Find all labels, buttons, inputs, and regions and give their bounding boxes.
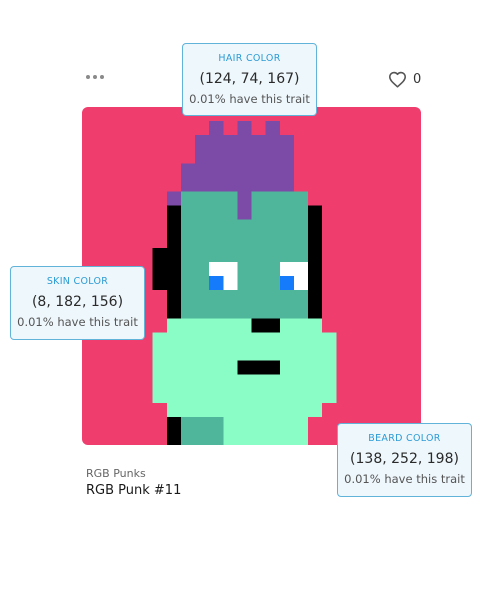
skin-color-label: SKIN COLOR: [46, 276, 109, 287]
skin-color-rarity: 0.01% have this trait: [17, 315, 138, 329]
like-count: 0: [413, 71, 422, 87]
beard-color-tooltip: BEARD COLOR (138, 252, 198) 0.01% have t…: [337, 423, 472, 497]
hair-color-rarity: 0.01% have this trait: [189, 92, 310, 106]
more-dot: [93, 75, 97, 79]
more-dot: [100, 75, 104, 79]
beard-color-value: (138, 252, 198): [350, 451, 459, 467]
beard-color-rarity: 0.01% have this trait: [344, 472, 465, 486]
skin-color-value: (8, 182, 156): [31, 294, 124, 310]
hair-color-tooltip: HAIR COLOR (124, 74, 167) 0.01% have thi…: [182, 43, 317, 116]
like-button[interactable]: 0: [388, 68, 421, 90]
hair-color-value: (124, 74, 167): [199, 71, 300, 87]
item-name[interactable]: RGB Punk #11: [86, 483, 181, 498]
hair-color-label: HAIR COLOR: [218, 53, 281, 64]
more-options-icon[interactable]: [86, 73, 104, 81]
more-dot: [86, 75, 90, 79]
skin-color-tooltip: SKIN COLOR (8, 182, 156) 0.01% have this…: [10, 266, 145, 340]
heart-icon: [389, 71, 406, 88]
collection-name[interactable]: RGB Punks: [86, 467, 146, 480]
beard-color-label: BEARD COLOR: [368, 433, 441, 444]
